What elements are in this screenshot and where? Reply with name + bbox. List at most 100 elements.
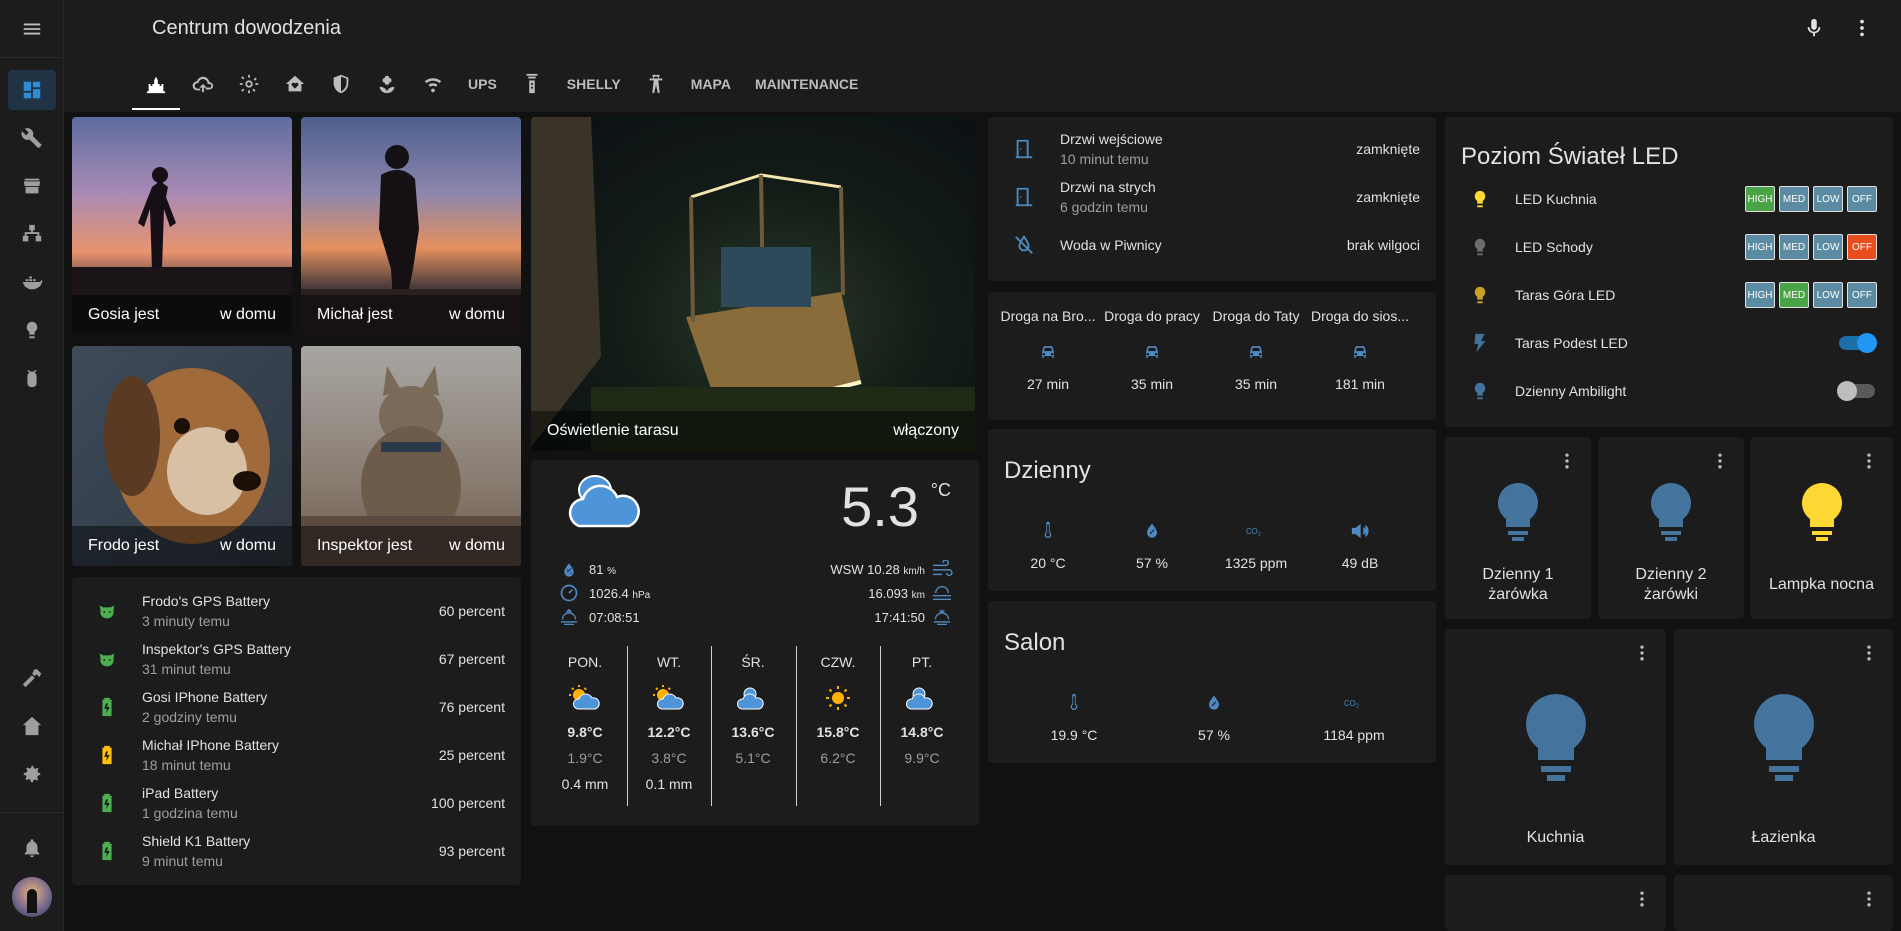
tab-shelly[interactable]: SHELLY — [555, 60, 633, 108]
light-name: Łazienka — [1751, 829, 1816, 846]
battery-value: 60 percent — [438, 603, 505, 619]
light-button-card[interactable]: Łazienka — [1674, 629, 1893, 865]
voice-button[interactable] — [1802, 16, 1826, 40]
sidebar-menu-button[interactable] — [0, 0, 63, 58]
led-toggle-switch[interactable] — [1839, 333, 1877, 353]
more-options-button[interactable] — [1857, 449, 1881, 473]
more-options-button[interactable] — [1857, 641, 1881, 665]
tab-ups[interactable]: UPS — [456, 60, 509, 108]
more-menu-button[interactable] — [1850, 16, 1874, 40]
terrace-camera-card[interactable]: Oświetlenie tarasu włączony — [531, 117, 975, 451]
led-high-button[interactable]: HIGH — [1745, 186, 1775, 212]
led-toggle-row: Taras Podest LED — [1445, 323, 1893, 363]
led-off-button[interactable]: OFF — [1847, 186, 1877, 212]
person-card-michal[interactable]: Michał jest w domu — [301, 117, 521, 335]
battery-row[interactable]: Inspektor's GPS Battery 31 minut temu 67… — [72, 637, 521, 681]
salon-sensors-card: Salon 19.9 °C 57 % CO 2 1184 ppm — [988, 601, 1436, 763]
sensor-item[interactable]: CO 2 1184 ppm — [1284, 693, 1424, 743]
tab-home[interactable] — [132, 60, 180, 110]
lightbulb-icon — [26, 321, 38, 339]
sidebar-item-docker[interactable] — [8, 262, 56, 302]
sidebar-item-lights[interactable] — [8, 310, 56, 350]
person-state: w domu — [448, 306, 505, 323]
sidebar-item-network[interactable] — [8, 214, 56, 254]
battery-row[interactable]: Gosi IPhone Battery 2 godziny temu 76 pe… — [72, 685, 521, 729]
forecast-low: 6.2°C — [820, 750, 856, 766]
person-card-inspektor[interactable]: Inspektor jest w domu — [301, 346, 521, 566]
sensor-item[interactable]: 20 °C — [996, 521, 1100, 571]
user-avatar[interactable] — [12, 877, 52, 917]
more-options-button[interactable] — [1630, 641, 1654, 665]
route-item[interactable]: Droga do pracy 35 min — [1100, 308, 1204, 392]
battery-row[interactable]: Michał IPhone Battery 18 minut temu 25 p… — [72, 733, 521, 777]
sidebar-item-supervisor[interactable] — [8, 706, 56, 746]
sensor-item[interactable]: CO 2 1325 ppm — [1204, 521, 1308, 571]
route-item[interactable]: Droga do Taty 35 min — [1204, 308, 1308, 392]
forecast-day: ŚR. 13.6°C 5.1°C — [711, 654, 795, 776]
light-button-card[interactable]: Kuchnia — [1445, 629, 1666, 865]
more-options-button[interactable] — [1555, 449, 1579, 473]
led-high-button[interactable]: HIGH — [1745, 282, 1775, 308]
battery-row[interactable]: Shield K1 Battery 9 minut temu 93 percen… — [72, 829, 521, 873]
door-sensor-row[interactable]: Drzwi wejściowe 10 minut temu zamknięte — [988, 127, 1436, 171]
tab-garden[interactable] — [364, 60, 410, 108]
led-low-button[interactable]: LOW — [1813, 234, 1843, 260]
tab-security[interactable] — [318, 60, 364, 108]
more-options-button[interactable] — [1708, 449, 1732, 473]
light-button-card-partial[interactable] — [1674, 875, 1893, 931]
terrace-state: włączony — [893, 422, 959, 439]
light-button-card[interactable]: Lampka nocna — [1750, 437, 1893, 619]
sensor-state: brak wilgoci — [1346, 237, 1420, 253]
pressure-value: 1026.4 — [589, 586, 629, 601]
sensor-item[interactable]: 57 % — [1144, 693, 1284, 743]
led-toggle-switch[interactable] — [1837, 381, 1875, 401]
tab-power[interactable] — [633, 60, 679, 108]
tab-house[interactable] — [272, 60, 318, 108]
sidebar-item-hacs[interactable] — [8, 166, 56, 206]
fog-icon — [933, 585, 951, 601]
car-icon — [1042, 346, 1054, 358]
dots-vertical-icon — [1640, 891, 1644, 907]
door-sensor-row[interactable]: Woda w Piwnicy brak wilgoci — [988, 223, 1436, 267]
sensor-item[interactable]: 19.9 °C — [1004, 693, 1144, 743]
led-name: LED Schody — [1515, 239, 1593, 255]
led-off-button[interactable]: OFF — [1847, 282, 1877, 308]
more-options-button[interactable] — [1630, 887, 1654, 911]
route-time: 27 min — [1026, 376, 1070, 392]
sidebar-item-settings[interactable] — [8, 754, 56, 794]
led-med-button[interactable]: MED — [1779, 186, 1809, 212]
more-options-button[interactable] — [1857, 887, 1881, 911]
battery-row[interactable]: Frodo's GPS Battery 3 minuty temu 60 per… — [72, 589, 521, 633]
sensor-item[interactable]: 57 % — [1100, 521, 1204, 571]
tab-mapa[interactable]: MAPA — [679, 60, 743, 108]
sidebar-item-tools[interactable] — [8, 118, 56, 158]
led-low-button[interactable]: LOW — [1813, 186, 1843, 212]
person-state: w domu — [448, 537, 505, 554]
route-item[interactable]: Droga na Bro... 27 min — [996, 308, 1100, 392]
tab-router[interactable] — [509, 60, 555, 108]
sensor-item[interactable]: 49 dB — [1308, 521, 1412, 571]
sensor-time: 6 godzin temu — [1060, 199, 1148, 215]
light-button-card[interactable]: Dzienny 2 żarówki — [1598, 437, 1744, 619]
person-card-gosia[interactable]: Gosia jest w domu — [72, 117, 292, 335]
led-low-button[interactable]: LOW — [1813, 282, 1843, 308]
light-button-card[interactable]: Dzienny 1 żarówka — [1445, 437, 1591, 619]
sidebar-item-overview[interactable] — [8, 70, 56, 110]
tab-network[interactable] — [410, 60, 456, 108]
led-off-button[interactable]: OFF — [1847, 234, 1877, 260]
light-button-card-partial[interactable] — [1445, 875, 1666, 931]
led-med-button[interactable]: MED — [1779, 234, 1809, 260]
battery-row[interactable]: iPad Battery 1 godzina temu 100 percent — [72, 781, 521, 825]
led-high-button[interactable]: HIGH — [1745, 234, 1775, 260]
tab-cloud[interactable] — [180, 60, 226, 108]
sidebar-item-bugs[interactable] — [8, 358, 56, 398]
sidebar-item-notifications[interactable] — [8, 828, 56, 868]
person-card-frodo[interactable]: Frodo jest w domu — [72, 346, 292, 566]
sidebar-item-developer-tools[interactable] — [8, 658, 56, 698]
door-sensor-row[interactable]: Drzwi na strych 6 godzin temu zamknięte — [988, 175, 1436, 219]
led-med-button[interactable]: MED — [1779, 282, 1809, 308]
route-item[interactable]: Droga do sios... 181 min — [1308, 308, 1412, 392]
tab-weather[interactable] — [226, 60, 272, 108]
tab-maintenance[interactable]: MAINTENANCE — [743, 60, 870, 108]
battery-time: 3 minuty temu — [142, 613, 230, 629]
